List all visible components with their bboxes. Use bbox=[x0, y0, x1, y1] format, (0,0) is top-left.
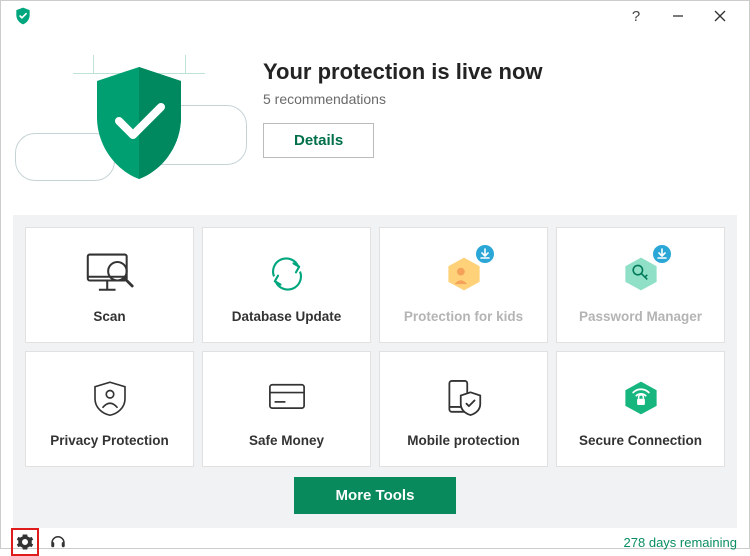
tile-label: Secure Connection bbox=[579, 433, 702, 448]
tile-scan[interactable]: Scan bbox=[25, 227, 194, 343]
hero-illustration bbox=[13, 45, 253, 205]
tile-label: Safe Money bbox=[249, 433, 324, 448]
hero-section: Your protection is live now 5 recommenda… bbox=[1, 31, 749, 215]
database-update-icon bbox=[261, 251, 313, 297]
close-icon bbox=[714, 10, 726, 22]
minimize-button[interactable] bbox=[657, 1, 699, 31]
settings-highlight bbox=[11, 528, 39, 556]
mobile-protection-icon bbox=[438, 374, 490, 422]
license-remaining[interactable]: 278 days remaining bbox=[624, 535, 737, 550]
footer: 278 days remaining bbox=[1, 528, 749, 556]
app-window: ? Your protection is live now 5 recommen… bbox=[0, 0, 750, 549]
tile-password-manager[interactable]: Password Manager bbox=[556, 227, 725, 343]
tile-safe-money[interactable]: Safe Money bbox=[202, 351, 371, 467]
safe-money-icon bbox=[261, 377, 313, 419]
minimize-icon bbox=[672, 10, 684, 22]
help-button[interactable]: ? bbox=[615, 1, 657, 31]
tile-label: Mobile protection bbox=[407, 433, 520, 448]
tile-database-update[interactable]: Database Update bbox=[202, 227, 371, 343]
tile-label: Password Manager bbox=[579, 309, 702, 324]
app-shield-icon bbox=[13, 6, 33, 26]
download-badge-icon bbox=[474, 243, 496, 265]
more-tools-button[interactable]: More Tools bbox=[294, 477, 457, 514]
details-button[interactable]: Details bbox=[263, 123, 374, 158]
help-icon: ? bbox=[632, 8, 640, 25]
tile-privacy-protection[interactable]: Privacy Protection bbox=[25, 351, 194, 467]
support-button[interactable] bbox=[47, 531, 69, 553]
tile-label: Scan bbox=[93, 309, 125, 324]
shield-check-icon bbox=[89, 63, 189, 183]
scan-icon bbox=[80, 249, 140, 299]
tile-protection-for-kids[interactable]: Protection for kids bbox=[379, 227, 548, 343]
headset-icon bbox=[49, 533, 67, 551]
tile-label: Privacy Protection bbox=[50, 433, 169, 448]
tools-panel: Scan Database Update bbox=[13, 215, 737, 528]
privacy-icon bbox=[86, 375, 134, 421]
tile-label: Protection for kids bbox=[404, 309, 523, 324]
tile-mobile-protection[interactable]: Mobile protection bbox=[379, 351, 548, 467]
download-badge-icon bbox=[651, 243, 673, 265]
gear-icon bbox=[16, 533, 34, 551]
protection-status-title: Your protection is live now bbox=[263, 59, 737, 85]
tile-secure-connection[interactable]: Secure Connection bbox=[556, 351, 725, 467]
secure-connection-icon bbox=[616, 374, 666, 422]
recommendations-count: 5 recommendations bbox=[263, 91, 737, 107]
settings-button[interactable] bbox=[14, 531, 36, 553]
close-button[interactable] bbox=[699, 1, 741, 31]
tile-label: Database Update bbox=[232, 309, 342, 324]
titlebar: ? bbox=[1, 1, 749, 31]
tools-grid: Scan Database Update bbox=[25, 227, 725, 467]
